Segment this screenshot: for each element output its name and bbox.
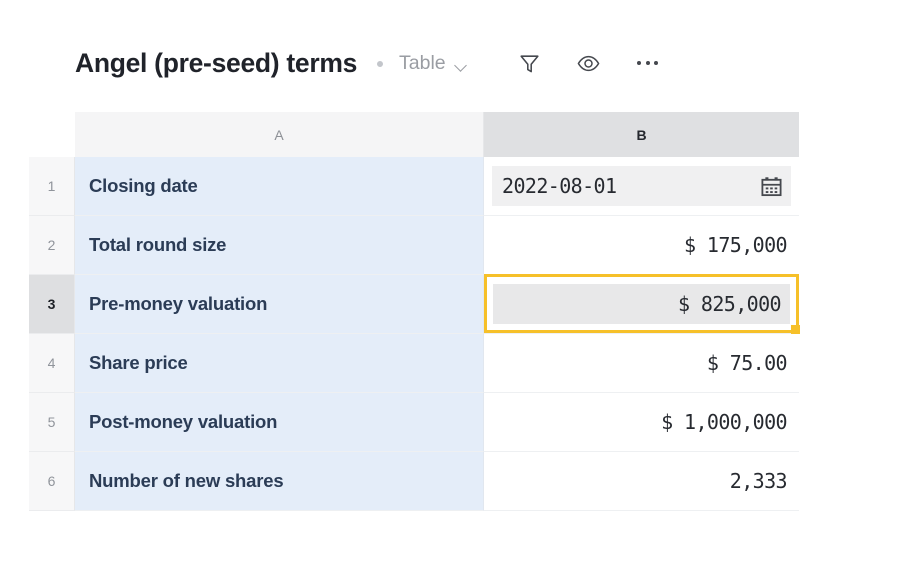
cell-b2[interactable]: $ 175,000 bbox=[484, 216, 799, 275]
cell-label: Share price bbox=[89, 352, 188, 373]
view-switcher-label: Table bbox=[399, 51, 446, 74]
filter-button[interactable] bbox=[516, 49, 544, 77]
date-value-box[interactable]: 2022-08-01 bbox=[492, 166, 791, 206]
selected-value-box: $ 825,000 bbox=[493, 284, 790, 324]
cell-value: $ 1,000,000 bbox=[661, 410, 787, 434]
table-row: 3 Pre-money valuation $ 825,000 bbox=[29, 274, 800, 334]
spreadsheet-app: Angel (pre-seed) terms Table A B 1 Closi… bbox=[0, 0, 906, 566]
cell-a4[interactable]: Share price bbox=[75, 334, 484, 393]
table-row: 6 Number of new shares 2,333 bbox=[29, 452, 799, 511]
cell-b6[interactable]: 2,333 bbox=[484, 452, 799, 511]
calendar-icon[interactable] bbox=[760, 175, 783, 198]
row-number[interactable]: 5 bbox=[29, 393, 75, 452]
row-number[interactable]: 3 bbox=[29, 275, 75, 334]
column-header-b[interactable]: B bbox=[484, 112, 799, 157]
cell-a5[interactable]: Post-money valuation bbox=[75, 393, 484, 452]
cell-a3[interactable]: Pre-money valuation bbox=[75, 275, 484, 334]
data-grid: A B 1 Closing date 2022-08-01 2 Total ro… bbox=[29, 112, 800, 511]
cell-label: Post-money valuation bbox=[89, 411, 278, 432]
more-options-button[interactable] bbox=[634, 49, 662, 77]
cell-label: Total round size bbox=[89, 234, 227, 255]
cell-a6[interactable]: Number of new shares bbox=[75, 452, 484, 511]
grid-corner[interactable] bbox=[29, 112, 75, 157]
table-row: 2 Total round size $ 175,000 bbox=[29, 216, 799, 275]
cell-b5[interactable]: $ 1,000,000 bbox=[484, 393, 799, 452]
cell-a2[interactable]: Total round size bbox=[75, 216, 484, 275]
column-header-row: A B bbox=[29, 112, 799, 157]
row-number[interactable]: 6 bbox=[29, 452, 75, 511]
view-switcher[interactable]: Table bbox=[399, 52, 468, 75]
hide-fields-button[interactable] bbox=[575, 49, 603, 77]
page-title: Angel (pre-seed) terms bbox=[75, 47, 358, 78]
cell-value: 2,333 bbox=[729, 469, 788, 493]
table-row: 5 Post-money valuation $ 1,000,000 bbox=[29, 393, 799, 452]
table-row: 4 Share price $ 75.00 bbox=[29, 334, 799, 393]
bullet-dot-icon bbox=[377, 61, 384, 67]
header-toolbar bbox=[516, 49, 662, 77]
cell-value: 2022-08-01 bbox=[502, 174, 617, 198]
eye-icon bbox=[577, 55, 600, 71]
cell-b1[interactable]: 2022-08-01 bbox=[484, 157, 799, 216]
cell-value: $ 75.00 bbox=[706, 351, 788, 375]
more-options-icon bbox=[636, 60, 659, 66]
chevron-down-icon bbox=[455, 61, 468, 69]
cell-value: $ 175,000 bbox=[684, 233, 788, 257]
cell-label: Closing date bbox=[89, 175, 198, 196]
cell-b4[interactable]: $ 75.00 bbox=[484, 334, 799, 393]
document-header: Angel (pre-seed) terms Table bbox=[75, 40, 662, 86]
cell-label: Number of new shares bbox=[89, 470, 284, 491]
table-row: 1 Closing date 2022-08-01 bbox=[29, 157, 799, 216]
cell-value: $ 825,000 bbox=[678, 292, 782, 316]
row-number[interactable]: 1 bbox=[29, 157, 75, 216]
cell-b3[interactable]: $ 825,000 bbox=[484, 274, 800, 334]
cell-label: Pre-money valuation bbox=[89, 293, 268, 314]
row-number[interactable]: 2 bbox=[29, 216, 75, 275]
fill-handle[interactable] bbox=[791, 325, 800, 334]
row-number[interactable]: 4 bbox=[29, 334, 75, 393]
cell-a1[interactable]: Closing date bbox=[75, 157, 484, 216]
column-header-a[interactable]: A bbox=[75, 112, 484, 157]
filter-icon bbox=[520, 54, 539, 72]
